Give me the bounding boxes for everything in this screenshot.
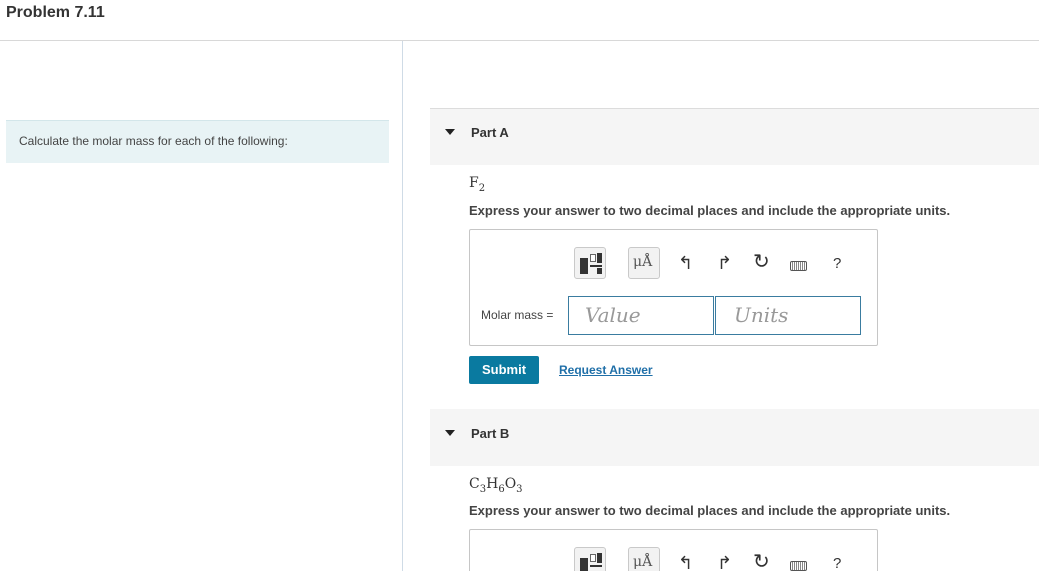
keyboard-icon[interactable] xyxy=(790,561,807,571)
part-b-formula: C3H6O3 xyxy=(469,476,523,495)
redo-icon[interactable]: ↱ xyxy=(717,254,732,272)
page-title: Problem 7.11 xyxy=(6,4,105,21)
units-button[interactable]: μÅ xyxy=(628,547,660,571)
reset-icon[interactable]: ↻ xyxy=(753,552,770,571)
header-divider xyxy=(0,40,1039,41)
problem-intro-box: Calculate the molar mass for each of the… xyxy=(6,120,389,163)
part-b-answer-box: μÅ ↰ ↱ ↻ ? xyxy=(469,529,878,571)
units-icon: μÅ xyxy=(633,254,653,270)
part-a-answer-box: μÅ ↰ ↱ ↻ ? Molar mass = Value Units xyxy=(469,229,878,346)
reset-icon[interactable]: ↻ xyxy=(753,252,770,272)
formula-element: C xyxy=(469,476,480,492)
undo-icon[interactable]: ↰ xyxy=(678,254,693,272)
molar-mass-label: Molar mass = xyxy=(481,308,554,322)
redo-icon[interactable]: ↱ xyxy=(717,554,732,571)
part-b-instruction: Express your answer to two decimal place… xyxy=(469,503,951,518)
formula-element: O xyxy=(504,476,517,492)
templates-button[interactable] xyxy=(574,547,606,571)
part-a-formula: F2 xyxy=(469,175,485,194)
pane-divider xyxy=(402,41,403,571)
units-input[interactable]: Units xyxy=(715,296,861,335)
collapse-caret-icon[interactable] xyxy=(445,430,455,436)
formula-element: H xyxy=(486,476,499,492)
problem-intro-text: Calculate the molar mass for each of the… xyxy=(19,134,288,148)
help-icon[interactable]: ? xyxy=(833,255,841,272)
formula-subscript: 3 xyxy=(516,483,523,495)
request-answer-link[interactable]: Request Answer xyxy=(559,363,653,377)
submit-button[interactable]: Submit xyxy=(469,356,539,384)
part-a-instruction: Express your answer to two decimal place… xyxy=(469,203,951,218)
part-a-label: Part A xyxy=(471,125,509,140)
units-button[interactable]: μÅ xyxy=(628,247,660,279)
templates-button[interactable] xyxy=(574,247,606,279)
formula-element: F xyxy=(469,175,479,191)
collapse-caret-icon[interactable] xyxy=(445,129,455,135)
part-b-header[interactable]: Part B xyxy=(430,409,1039,466)
help-icon[interactable]: ? xyxy=(833,555,841,571)
value-input[interactable]: Value xyxy=(568,296,714,335)
formula-subscript: 2 xyxy=(478,182,486,194)
keyboard-icon[interactable] xyxy=(790,261,807,271)
undo-icon[interactable]: ↰ xyxy=(678,554,693,571)
units-icon: μÅ xyxy=(633,554,653,570)
part-b-label: Part B xyxy=(471,426,510,441)
part-a-header[interactable]: Part A xyxy=(430,108,1039,165)
